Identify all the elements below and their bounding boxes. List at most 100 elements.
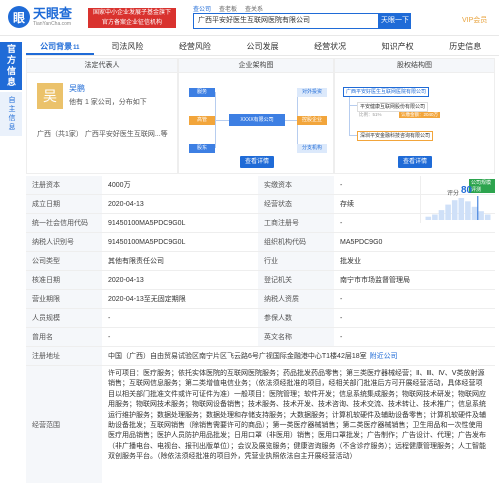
- legal-rep-company[interactable]: 广西（共1家） 广西平安好医生互联网...等: [37, 129, 168, 139]
- info-value: -: [340, 333, 343, 341]
- equity-holder-1-pct: 比例：51%: [359, 112, 382, 117]
- scope-row: 经营范围 许可项目：医疗服务；依托实体医院的互联网医院服务；药品批发药品零售；第…: [26, 366, 495, 483]
- score-chart: [425, 196, 491, 220]
- info-value: 2020-04-13: [108, 276, 144, 284]
- tab-label: 司法风险: [111, 42, 144, 51]
- score-tag: 公司规模评测: [469, 179, 495, 193]
- tab-label: 公司背景: [40, 42, 73, 51]
- tab-label: 经营风险: [178, 42, 211, 51]
- info-value: -: [340, 314, 343, 322]
- vnav-official-info[interactable]: 官方信息: [0, 42, 22, 90]
- search-tab-company[interactable]: 查公司: [193, 4, 211, 13]
- info-value: 其他有限责任公司: [108, 258, 164, 265]
- info-row: 公司类型 其他有限责任公司 行业 批发业: [26, 252, 495, 271]
- equity-line: [349, 135, 357, 136]
- score-bar: [451, 200, 458, 220]
- info-value: MA5PDC9G0: [340, 238, 383, 246]
- equity-line: [349, 95, 350, 135]
- info-row: 营业期限 2020-04-13至无固定期限 纳税人资质 -: [26, 290, 495, 309]
- top-header: 眼 天眼查 TianYanCha.com 国家中小企业发展子基金旗下 官方备案企…: [0, 0, 499, 36]
- info-label: 公司类型: [26, 252, 102, 270]
- info-label: 工商注册号: [258, 214, 334, 232]
- main-tabs: 公司背景11 司法风险 经营风险 公司发展 经营状况 知识产权 历史信息: [26, 38, 499, 56]
- info-label: 实缴资本: [258, 176, 334, 194]
- equity-root[interactable]: 广西平安好医生互联网医院有限公司: [343, 87, 430, 97]
- info-value: -: [108, 314, 111, 322]
- structure-panel: 企业架构图 服务 高管 股东 XXXX有限公司 对外投资 控股企业 分支机构 查…: [178, 58, 334, 174]
- score-bar: [458, 198, 465, 220]
- score-bar: [445, 204, 451, 220]
- gov-badge-line1: 国家中小企业发展子基金旗下: [92, 10, 171, 16]
- equity-detail-button[interactable]: 查看详情: [398, 156, 432, 168]
- info-value: 2020-04-13至无固定期限: [108, 296, 186, 303]
- tab-business-status[interactable]: 经营状况: [296, 38, 364, 55]
- equity-holder-1[interactable]: 平安健康互联网股份有限公司: [357, 102, 429, 112]
- org-node-shareholder: 股东: [189, 144, 215, 153]
- search-type-tabs: 查公司 查老板 查关系: [193, 4, 263, 13]
- tab-intellectual-property[interactable]: 知识产权: [364, 38, 432, 55]
- tab-judicial-risk[interactable]: 司法风险: [94, 38, 162, 55]
- org-line: [215, 92, 216, 148]
- gov-badge[interactable]: 国家中小企业发展子基金旗下 官方备案企业征信机构: [88, 8, 176, 28]
- legal-rep-heading: 法定代表人: [27, 59, 177, 73]
- org-node-holding: 控股企业: [297, 116, 327, 125]
- equity-line: [349, 105, 357, 106]
- tab-label: 历史信息: [449, 42, 482, 51]
- score-bar: [478, 211, 484, 220]
- score-bar: [465, 201, 471, 220]
- vip-link[interactable]: VIP会员: [462, 15, 487, 25]
- info-label: 曾用名: [26, 328, 102, 346]
- org-node-branch: 分支机构: [297, 144, 327, 153]
- legal-rep-name[interactable]: 吴鹏: [69, 83, 85, 94]
- tab-company-development[interactable]: 公司发展: [229, 38, 297, 55]
- address-row: 注册地址 中国（广西）自由贸易试验区南宁片区飞云路6号广视国际金融港中心T1楼4…: [26, 347, 495, 366]
- score-value: 80: [461, 185, 473, 196]
- tab-company-background[interactable]: 公司背景11: [26, 38, 94, 55]
- score-bar: [484, 214, 491, 220]
- info-value: 91450100MA5PDC9G0L: [108, 238, 186, 246]
- info-value: 2020-04-13: [108, 200, 144, 208]
- info-value: -: [340, 295, 343, 303]
- score-box: 公司规模评测 评分 80: [420, 176, 495, 223]
- info-label: 成立日期: [26, 195, 102, 213]
- vertical-nav: 官方信息 自主信息: [0, 36, 22, 483]
- tianyancha-logo[interactable]: 眼 天眼查 TianYanCha.com: [8, 6, 72, 28]
- equity-heading: 股权结构图: [335, 59, 494, 73]
- tab-label: 公司发展: [246, 42, 279, 51]
- org-node-center: XXXX有限公司: [229, 114, 285, 126]
- nearby-companies-link[interactable]: 附近公司: [370, 351, 398, 361]
- org-node-exec: 高管: [189, 116, 215, 125]
- tab-business-risk[interactable]: 经营风险: [161, 38, 229, 55]
- search-button[interactable]: 天眼一下: [379, 13, 411, 29]
- logo-text: 天眼查 TianYanCha.com: [33, 7, 72, 28]
- info-value: 91450100MA5PDC9G0L: [108, 219, 186, 227]
- info-label: 注册资本: [26, 176, 102, 194]
- org-node-service: 服务: [189, 88, 215, 97]
- info-value: 4000万: [108, 182, 131, 189]
- search-tab-boss[interactable]: 查老板: [219, 4, 237, 13]
- address-label: 注册地址: [26, 347, 102, 365]
- info-row: 核准日期 2020-04-13 登记机关 南宁市市场监督管理局: [26, 271, 495, 290]
- info-row: 曾用名 - 英文名称 -: [26, 328, 495, 347]
- score-bar: [432, 214, 438, 220]
- legal-rep-sub: 他有 1 家公司，分布如下: [69, 99, 147, 106]
- structure-detail-button[interactable]: 查看详情: [240, 156, 274, 168]
- info-label: 统一社会信用代码: [26, 214, 102, 232]
- search-tab-relation[interactable]: 查关系: [245, 4, 263, 13]
- info-label: 经营状态: [258, 195, 334, 213]
- scope-value: 许可项目：医疗服务；依托实体医院的互联网医院服务；药品批发药品零售；第三类医疗器…: [102, 366, 495, 483]
- info-label: 行业: [258, 252, 334, 270]
- legal-rep-panel: 法定代表人 吴 吴鹏 他有 1 家公司，分布如下 广西（共1家） 广西平安好医生…: [26, 58, 178, 174]
- tab-label: 经营状况: [314, 42, 347, 51]
- vnav-self-info[interactable]: 自主信息: [0, 92, 22, 136]
- info-label: 人员规模: [26, 309, 102, 327]
- logo-en: TianYanCha.com: [33, 21, 72, 27]
- tab-count: 11: [73, 45, 80, 51]
- equity-panel: 股权结构图 广西平安好医生互联网医院有限公司 平安健康互联网股份有限公司 比例：…: [334, 58, 495, 174]
- avatar[interactable]: 吴: [37, 83, 63, 109]
- tab-history[interactable]: 历史信息: [431, 38, 499, 55]
- search-input[interactable]: 广西平安好医生互联网医院有限公司: [193, 13, 379, 29]
- tab-label: 知识产权: [381, 42, 414, 51]
- logo-mark-icon: 眼: [8, 6, 30, 28]
- equity-holder-2[interactable]: 深圳平安金融科技咨询有限公司: [357, 131, 434, 141]
